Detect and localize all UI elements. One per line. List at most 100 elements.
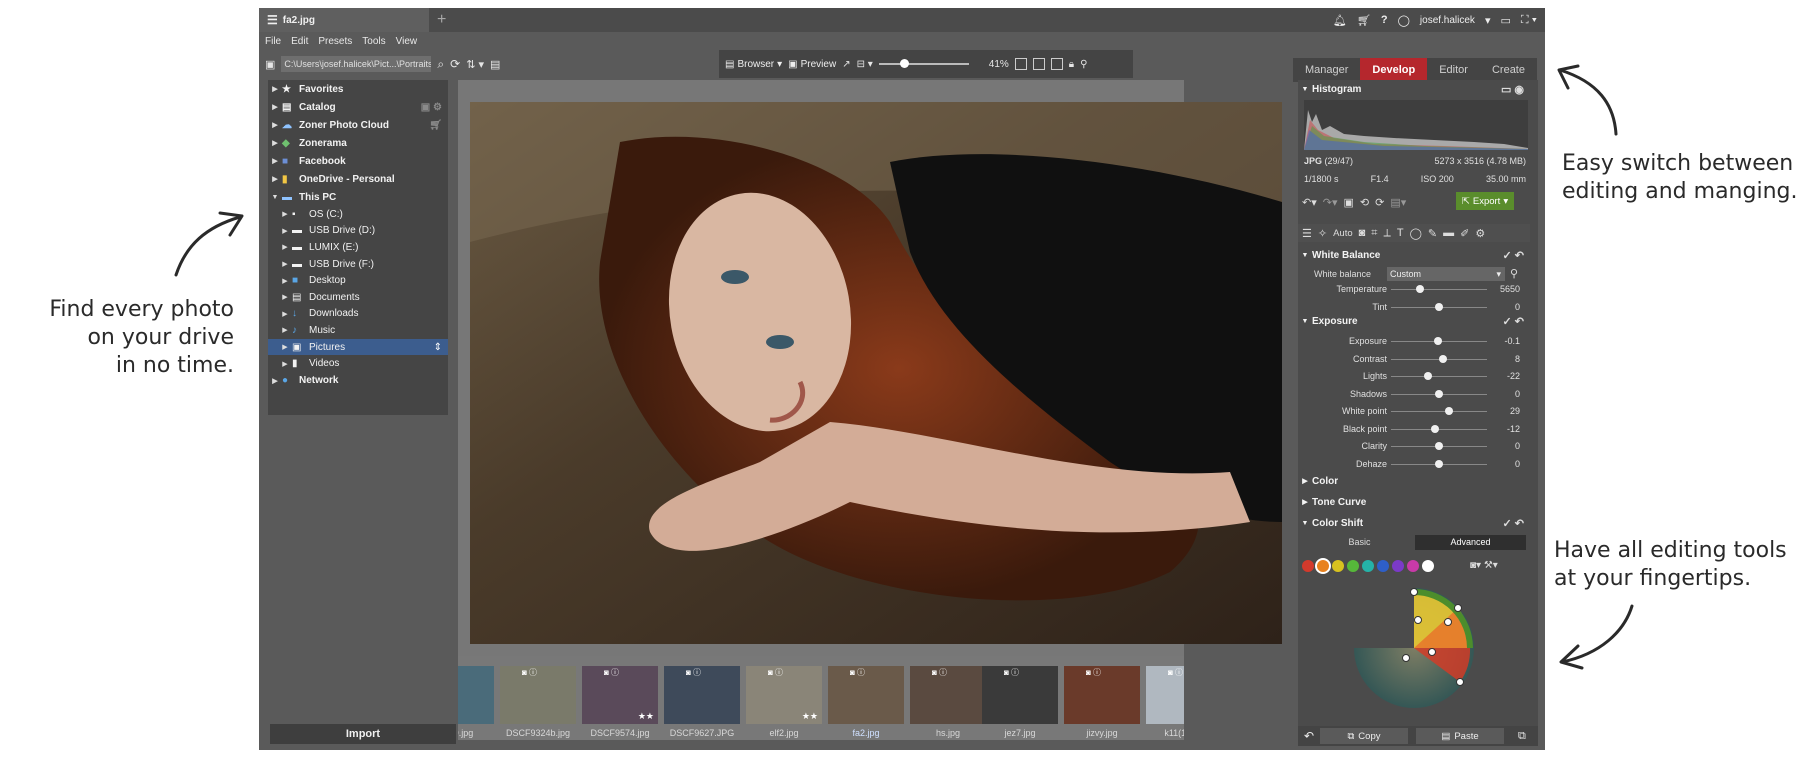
menu-icon[interactable]: ☰ — [267, 13, 278, 27]
nav-favorites[interactable]: ▶ ★ Favorites — [268, 80, 448, 98]
slider-value[interactable]: 0 — [1515, 302, 1520, 312]
expand-icon[interactable]: ▶ — [268, 139, 282, 147]
expand-icon[interactable]: ▶ — [268, 121, 282, 129]
auto-icon[interactable]: ✧ — [1318, 227, 1327, 240]
white-balance-select[interactable]: Custom ▾ — [1387, 267, 1505, 281]
crop-icon[interactable]: ⌗ — [1371, 227, 1377, 240]
rotate-left-icon[interactable]: ⟲ — [1360, 196, 1369, 209]
image-icon[interactable]: ▣ — [1344, 196, 1354, 209]
slider-value[interactable]: 0 — [1515, 459, 1520, 469]
reorder-icon[interactable]: ⇕ — [434, 342, 442, 353]
nav-zoner-photo-cloud[interactable]: ▶ ☁ Zoner Photo Cloud 🛒︎ — [268, 116, 448, 134]
slider-track[interactable] — [1391, 289, 1487, 290]
color-swatch[interactable] — [1407, 560, 1419, 572]
exposure-header[interactable]: ▼ Exposure ✓ ↶ — [1298, 312, 1530, 330]
expand-icon[interactable]: ▶ — [278, 260, 292, 268]
chevron-down-icon[interactable]: ▾ — [1485, 14, 1491, 27]
nav-facebook[interactable]: ▶ ■ Facebook — [268, 152, 448, 170]
zoom-slider-knob[interactable] — [899, 59, 909, 68]
user-icon[interactable]: ◯ — [1398, 14, 1410, 27]
color-header[interactable]: ▶ Color — [1298, 472, 1530, 490]
module-develop[interactable]: Develop — [1360, 58, 1428, 82]
nav-downloads[interactable]: ▶ ↓ Downloads — [268, 306, 448, 323]
histogram-settings-icon[interactable]: ▭ ◉ — [1501, 83, 1524, 96]
filmstrip-thumbnail[interactable]: ◙ ⓘ — [1064, 666, 1140, 724]
collapse-icon[interactable]: ▼ — [1298, 252, 1312, 259]
compare-icon[interactable]: ⊟ ▾ — [857, 59, 873, 70]
new-tab-button[interactable]: + — [437, 11, 446, 29]
photo-preview[interactable] — [470, 102, 1282, 644]
rotate-right-icon[interactable]: ⟳ — [1375, 196, 1384, 209]
color-swatch[interactable] — [1317, 560, 1329, 572]
new-folder-icon[interactable]: ▤ — [490, 58, 500, 71]
slider-value[interactable]: 8 — [1515, 354, 1520, 364]
zoom-fit-icon[interactable] — [1032, 58, 1045, 70]
color-swatch[interactable] — [1377, 560, 1389, 572]
expand-icon[interactable]: ▶ — [268, 157, 282, 165]
pen-icon[interactable]: ✐ — [1460, 227, 1469, 240]
filmstrip-thumbnail[interactable]: ◙ ⓘ — [458, 666, 494, 724]
nav-drive-e[interactable]: ▶ ▬ LUMIX (E:) — [268, 239, 448, 256]
tone-curve-header[interactable]: ▶ Tone Curve — [1298, 493, 1530, 511]
expand-icon[interactable]: ▶ — [278, 243, 292, 251]
nav-drive-d[interactable]: ▶ ▬ USB Drive (D:) — [268, 223, 448, 240]
nav-drive-f[interactable]: ▶ ▬ USB Drive (F:) — [268, 256, 448, 273]
slider-knob[interactable] — [1438, 354, 1447, 363]
window-mode-icon[interactable]: ▭ — [1500, 14, 1510, 27]
slider-value[interactable]: 0 — [1515, 441, 1520, 451]
brush-icon[interactable]: ✎ — [1428, 227, 1437, 240]
cart-icon[interactable]: 🛒︎ — [1357, 14, 1371, 27]
filmstrip-thumbnail[interactable]: ◙ ⓘ — [828, 666, 904, 724]
expand-icon[interactable]: ▶ — [268, 103, 282, 111]
slider-knob[interactable] — [1434, 337, 1443, 345]
eyedropper-icon[interactable]: ⚲ — [1510, 267, 1518, 280]
nav-music[interactable]: ▶ ♪ Music — [268, 322, 448, 339]
undo-icon[interactable]: ↶▾ — [1302, 196, 1317, 209]
zoom-slider[interactable] — [878, 59, 969, 68]
expand-icon[interactable]: ▶ — [1298, 477, 1312, 485]
preview-button[interactable]: ▣ Preview — [788, 59, 836, 70]
refresh-icon[interactable]: ⟳ — [450, 57, 460, 71]
slider-knob[interactable] — [1415, 285, 1424, 293]
module-create[interactable]: Create — [1480, 58, 1537, 82]
color-swatch[interactable] — [1392, 560, 1404, 572]
color-wheel[interactable] — [1348, 578, 1480, 718]
nav-drive-c[interactable]: ▶ ▪ OS (C:) — [268, 206, 448, 223]
module-manager[interactable]: Manager — [1293, 58, 1360, 82]
slider-value[interactable]: 29 — [1510, 406, 1520, 416]
export-button[interactable]: ⇱ Export ▾ — [1456, 192, 1514, 210]
external-open-icon[interactable]: ↗ — [842, 59, 850, 70]
expand-icon[interactable]: ▶ — [268, 85, 282, 93]
chevron-down-icon[interactable]: ▾ — [777, 59, 782, 70]
menu-tools[interactable]: Tools — [362, 36, 385, 47]
expand-icon[interactable]: ▶ — [278, 310, 292, 318]
color-swatch[interactable] — [1362, 560, 1374, 572]
color-shift-header[interactable]: ▼ Color Shift ✓ ↶ — [1298, 514, 1530, 532]
nav-pictures[interactable]: ▶ ▣ Pictures ⇕ — [268, 338, 448, 356]
expand-icon[interactable]: ▶ — [268, 175, 282, 183]
slider-knob[interactable] — [1424, 372, 1433, 380]
text-icon[interactable]: T — [1397, 227, 1404, 239]
histogram-header[interactable]: ▼ Histogram ▭ ◉ — [1298, 80, 1530, 98]
filmstrip-thumbnail[interactable]: ◙ ⓘ — [500, 666, 576, 724]
collapse-icon[interactable]: ▼ — [1298, 318, 1312, 325]
auto-label[interactable]: Auto — [1333, 228, 1353, 239]
camera-icon[interactable]: ◙ — [1359, 227, 1366, 239]
import-button[interactable]: Import — [270, 724, 456, 744]
nav-this-pc[interactable]: ▼ ▬ This PC — [268, 188, 448, 206]
nav-onedrive[interactable]: ▶ ▮ OneDrive - Personal — [268, 170, 448, 188]
catalog-settings-icon[interactable]: ▣ ⚙ — [421, 102, 442, 113]
expand-icon[interactable]: ▶ — [278, 210, 292, 218]
slider-value[interactable]: -12 — [1507, 424, 1520, 434]
path-input[interactable] — [281, 56, 432, 72]
expand-icon[interactable]: ▶ — [278, 360, 292, 368]
menu-edit[interactable]: Edit — [291, 36, 308, 47]
tab-advanced[interactable]: Advanced — [1415, 535, 1526, 550]
slider-value[interactable]: -0.1 — [1504, 336, 1520, 346]
slider-track[interactable] — [1391, 411, 1487, 412]
save-icon[interactable]: ▤▾ — [1390, 196, 1406, 209]
tab-basic[interactable]: Basic — [1304, 535, 1415, 550]
user-name[interactable]: josef.halicek — [1420, 15, 1475, 26]
module-editor[interactable]: Editor — [1427, 58, 1480, 82]
expand-icon[interactable]: ▶ — [278, 343, 292, 351]
